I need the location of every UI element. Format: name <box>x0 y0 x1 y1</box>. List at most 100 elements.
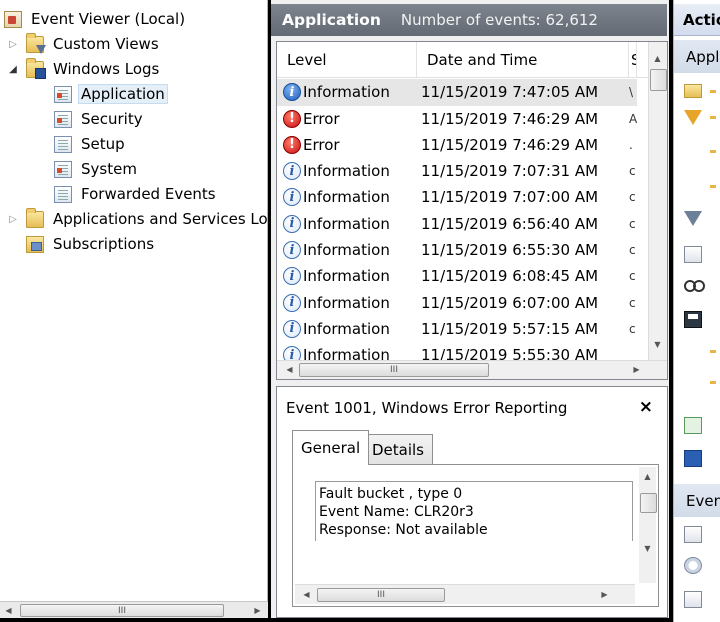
table-row[interactable]: ! Error 11/15/2019 7:46:29 AM. <box>277 132 637 159</box>
scroll-left-icon[interactable]: ◀ <box>0 602 17 619</box>
scrollbar-thumb[interactable]: III <box>317 588 445 602</box>
description-vertical-scrollbar[interactable]: ▲ ▼ <box>639 467 657 583</box>
level-label: Error <box>303 135 340 154</box>
collapse-arrow-icon[interactable]: ◢ <box>6 64 20 75</box>
scrollbar-thumb[interactable] <box>640 493 657 513</box>
date-time-cell: 11/15/2019 6:55:30 AM <box>421 241 599 260</box>
find-icon[interactable] <box>684 276 705 293</box>
scrollbar-thumb[interactable]: III <box>20 604 224 617</box>
expand-arrow-icon[interactable]: ▷ <box>6 214 20 225</box>
tree-horizontal-scrollbar[interactable]: ◀ III ▶ <box>0 601 268 618</box>
copy-icon[interactable] <box>684 591 702 608</box>
refresh-icon[interactable] <box>684 417 702 434</box>
source-cell: c <box>629 243 636 258</box>
actions-pane: Actio Appl Even <box>673 0 720 622</box>
level-cell: i Information <box>277 267 417 286</box>
level-cell: i Information <box>277 319 417 338</box>
filter-icon[interactable] <box>684 211 702 226</box>
tree-item-windows-logs[interactable]: ◢ Windows Logs <box>6 57 162 81</box>
tree-item-security[interactable]: Security <box>54 107 146 131</box>
scroll-right-icon[interactable]: ▶ <box>249 602 266 619</box>
open-log-icon[interactable] <box>684 84 702 98</box>
action-link[interactable] <box>710 150 716 153</box>
scroll-up-icon[interactable]: ▲ <box>649 50 666 67</box>
column-header-source[interactable]: S <box>629 42 637 77</box>
subscriptions-icon <box>26 235 44 253</box>
tree-item-application[interactable]: Application <box>54 82 168 106</box>
events-vertical-scrollbar[interactable]: ▲ ▼ <box>648 42 667 361</box>
scroll-down-icon[interactable]: ▼ <box>649 336 666 353</box>
description-line: Event Name: CLR20r3 <box>319 504 474 520</box>
date-time-cell: 11/15/2019 7:46:29 AM <box>421 109 599 128</box>
actions-section-event[interactable]: Even <box>674 484 720 517</box>
information-icon: i <box>283 162 301 181</box>
scroll-left-icon[interactable]: ◀ <box>281 361 298 378</box>
description-line: Fault bucket , type 0 <box>319 486 463 502</box>
expand-arrow-icon[interactable]: ▷ <box>6 39 20 50</box>
tree-item-custom-views[interactable]: ▷ Custom Views <box>6 32 162 56</box>
action-link[interactable] <box>710 350 716 353</box>
actions-section-application[interactable]: Appl <box>674 40 720 73</box>
logs-folder-icon <box>26 57 46 79</box>
scroll-up-icon[interactable]: ▲ <box>639 468 656 485</box>
date-time-cell: 11/15/2019 6:07:00 AM <box>421 293 599 312</box>
help-icon[interactable] <box>684 450 702 467</box>
table-row[interactable]: i Information 11/15/2019 7:07:31 AM c <box>277 158 637 185</box>
event-description[interactable]: Fault bucket , type 0 Event Name: CLR20r… <box>315 481 633 541</box>
table-row[interactable]: i Information 11/15/2019 6:08:45 AM c <box>277 263 637 290</box>
level-label: Information <box>303 293 390 312</box>
table-row[interactable]: i Information 11/15/2019 5:57:15 AM c <box>277 316 637 343</box>
level-cell: i Information <box>277 83 417 102</box>
save-icon[interactable] <box>684 311 702 328</box>
column-header-date-time[interactable]: Date and Time <box>417 42 629 77</box>
table-row[interactable]: i Information 11/15/2019 7:07:00 AM c <box>277 184 637 211</box>
general-tab-content: Fault bucket , type 0 Event Name: CLR20r… <box>292 464 659 607</box>
event-properties-icon[interactable] <box>684 526 702 543</box>
log-header: Application Number of events: 62,612 <box>271 4 667 36</box>
tree-item-setup[interactable]: Setup <box>54 132 128 156</box>
error-icon: ! <box>283 109 301 128</box>
action-link[interactable] <box>710 185 716 188</box>
source-cell: . <box>629 137 633 152</box>
properties-icon[interactable] <box>684 246 702 263</box>
action-link[interactable] <box>710 381 716 384</box>
level-label: Information <box>303 83 390 102</box>
table-row[interactable]: i Information 11/15/2019 7:47:05 AM \ <box>277 79 637 106</box>
scroll-right-icon[interactable]: ▶ <box>596 586 613 603</box>
tab-details[interactable]: Details <box>363 434 434 465</box>
table-row[interactable]: i Information 11/15/2019 6:55:30 AM c <box>277 237 637 264</box>
scrollbar-thumb[interactable]: III <box>299 363 489 377</box>
table-row[interactable]: ! Error 11/15/2019 7:46:29 AM A <box>277 105 637 132</box>
tree-item-system[interactable]: System <box>54 157 140 181</box>
column-header-level[interactable]: Level <box>277 42 417 77</box>
source-cell: c <box>629 164 636 179</box>
log-content-pane: Application Number of events: 62,612 Lev… <box>271 0 669 618</box>
level-cell: i Information <box>277 293 417 312</box>
scroll-down-icon[interactable]: ▼ <box>639 540 656 557</box>
level-label: Information <box>303 162 390 181</box>
date-time-cell: 11/15/2019 5:57:15 AM <box>421 319 599 338</box>
tree-item-subscriptions[interactable]: Subscriptions <box>26 232 157 256</box>
action-link[interactable] <box>710 116 716 119</box>
tree-item-forwarded-events[interactable]: Forwarded Events <box>54 182 219 206</box>
attach-task-icon[interactable] <box>684 557 702 574</box>
table-row[interactable]: i Information 11/15/2019 6:56:40 AM c <box>277 211 637 238</box>
level-label: Information <box>303 267 390 286</box>
close-icon[interactable]: × <box>639 397 653 417</box>
scroll-left-icon[interactable]: ◀ <box>298 586 315 603</box>
table-row[interactable]: i Information 11/15/2019 6:07:00 AM c <box>277 289 637 316</box>
tab-general[interactable]: General <box>292 430 370 465</box>
description-horizontal-scrollbar[interactable]: ◀ III ▶ <box>295 584 635 604</box>
event-count: Number of events: 62,612 <box>400 11 598 29</box>
tree-item-event-viewer[interactable]: Event Viewer (Local) <box>4 7 188 31</box>
create-view-icon[interactable] <box>684 110 702 125</box>
tree-item-applications-and-services[interactable]: ▷ Applications and Services Lo <box>6 207 271 231</box>
action-link[interactable] <box>710 90 716 93</box>
event-detail-title: Event 1001, Windows Error Reporting <box>286 399 568 417</box>
events-horizontal-scrollbar[interactable]: ◀ III ▶ <box>277 360 667 379</box>
date-time-cell: 11/15/2019 7:07:00 AM <box>421 188 599 207</box>
application-log-icon <box>54 85 72 103</box>
navigation-tree: Event Viewer (Local) ▷ Custom Views ◢ Wi… <box>0 0 268 618</box>
scrollbar-thumb[interactable] <box>650 69 667 91</box>
scroll-right-icon[interactable]: ▶ <box>628 361 645 378</box>
